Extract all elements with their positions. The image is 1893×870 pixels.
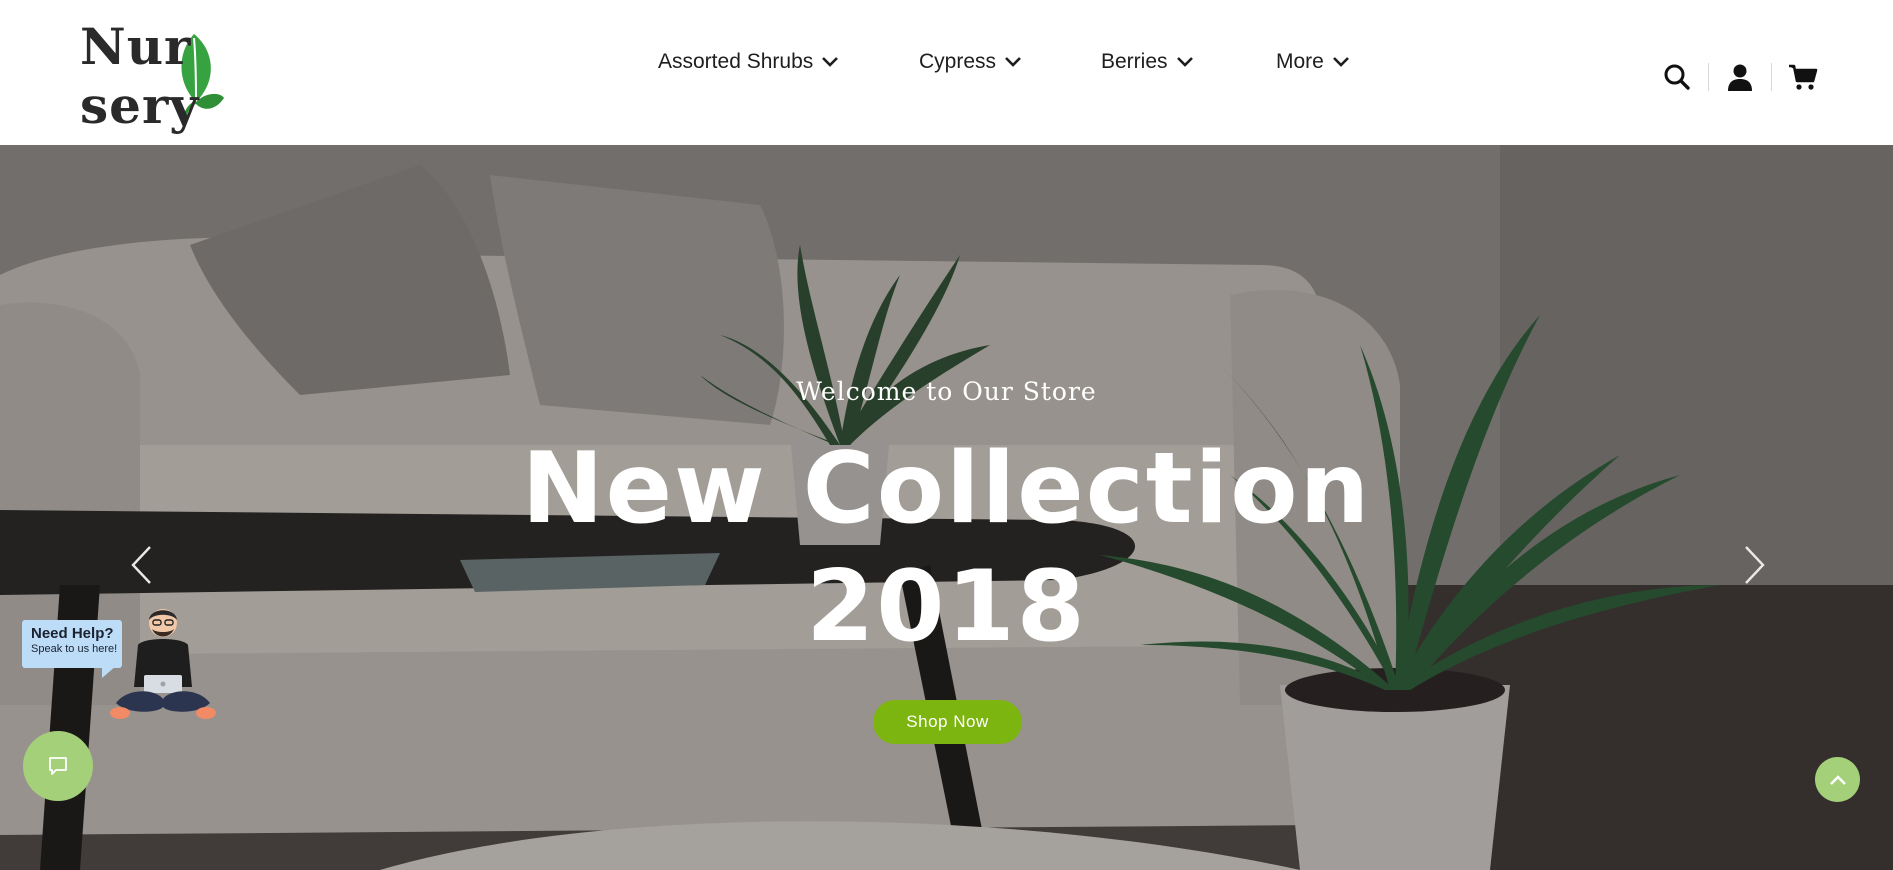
hero-headline-line1: New Collection xyxy=(521,432,1372,546)
cart-button[interactable] xyxy=(1786,60,1820,94)
chevron-down-icon xyxy=(1005,57,1021,67)
divider xyxy=(1708,63,1709,91)
chevron-left-icon[interactable] xyxy=(126,543,156,587)
support-agent-illustration[interactable] xyxy=(108,603,218,730)
nav-item-berries[interactable]: Berries xyxy=(1101,50,1194,74)
chevron-down-icon xyxy=(1176,57,1193,67)
hero-eyebrow: Welcome to Our Store xyxy=(796,377,1097,406)
hero-slider: Welcome to Our Store New Collection 2018… xyxy=(0,145,1893,870)
need-help-bubble[interactable]: Need Help? Speak to us here! xyxy=(22,620,122,678)
hero-headline-line2: 2018 xyxy=(806,550,1087,664)
nav-item-label: Cypress xyxy=(919,50,997,73)
hero-content: Welcome to Our Store New Collection 2018… xyxy=(0,145,1893,870)
search-icon xyxy=(1664,64,1690,90)
search-button[interactable] xyxy=(1660,60,1694,94)
nav-item-label: Berries xyxy=(1101,50,1168,73)
main-nav: Assorted Shrubs Cypress Berries More xyxy=(0,50,1893,86)
scroll-to-top-button[interactable] xyxy=(1815,757,1860,802)
header-actions xyxy=(1660,60,1820,94)
chevron-right-icon[interactable] xyxy=(1740,543,1770,587)
cart-icon xyxy=(1789,64,1818,90)
chevron-up-icon xyxy=(1829,774,1846,785)
shop-now-button[interactable]: Shop Now xyxy=(873,700,1022,744)
chevron-down-icon xyxy=(1332,57,1349,67)
nav-item-cypress[interactable]: Cypress xyxy=(919,50,1022,74)
site-header: Nursery Assorted Shrubs Cypress Berries … xyxy=(0,0,1893,145)
nav-item-label: Assorted Shrubs xyxy=(658,50,814,73)
chevron-down-icon xyxy=(822,57,839,67)
user-icon xyxy=(1728,64,1752,91)
account-button[interactable] xyxy=(1723,60,1757,94)
divider xyxy=(1771,63,1772,91)
nav-item-assorted-shrubs[interactable]: Assorted Shrubs xyxy=(658,50,839,74)
logo-text-right: sery xyxy=(80,76,200,135)
hero-headline: New Collection 2018 xyxy=(0,430,1893,666)
chat-button[interactable] xyxy=(23,731,93,801)
logo-text-left: Nur xyxy=(80,17,192,76)
nav-item-label: More xyxy=(1276,50,1324,73)
nav-item-more[interactable]: More xyxy=(1276,50,1350,74)
chat-bubble-icon xyxy=(49,757,67,775)
